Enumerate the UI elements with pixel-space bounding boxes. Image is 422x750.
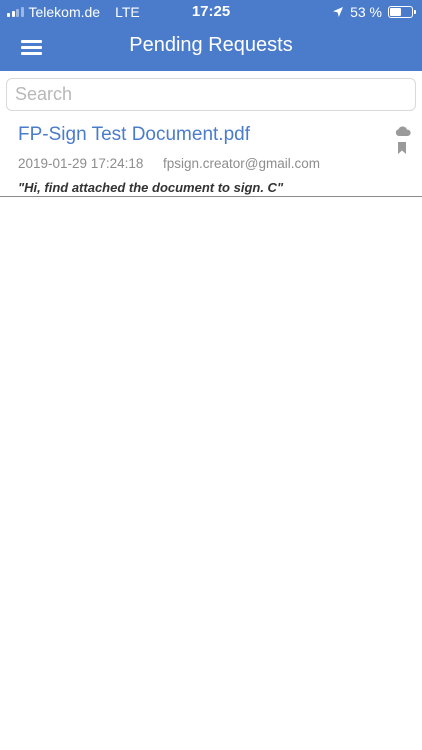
document-name: FP-Sign Test Document.pdf: [18, 124, 250, 145]
search-bar: [6, 78, 416, 111]
sender-email: fpsign.creator@gmail.com: [163, 156, 321, 171]
status-bar: Telekom.de LTE 17:25 53 %: [0, 0, 422, 24]
search-input[interactable]: [7, 79, 415, 110]
page-title: Pending Requests: [129, 34, 293, 56]
cloud-icon: [395, 126, 411, 136]
app-screen: Telekom.de LTE 17:25 53 % Pending Reques…: [0, 0, 422, 750]
top-bar: Telekom.de LTE 17:25 53 % Pending Reques…: [0, 0, 422, 71]
bookmark-icon: [398, 142, 406, 154]
battery-percentage: 53 %: [350, 4, 382, 20]
navigation-bar: Pending Requests: [0, 24, 422, 71]
location-arrow-icon: [333, 7, 344, 17]
request-list-item[interactable]: FP-Sign Test Document.pdf 2019-01-29 17:…: [0, 116, 422, 197]
battery-icon: [388, 6, 416, 18]
request-date: 2019-01-29 17:24:18: [18, 156, 144, 171]
request-message: "Hi, find attached the document to sign.…: [18, 180, 284, 195]
status-right: 53 %: [332, 4, 416, 20]
